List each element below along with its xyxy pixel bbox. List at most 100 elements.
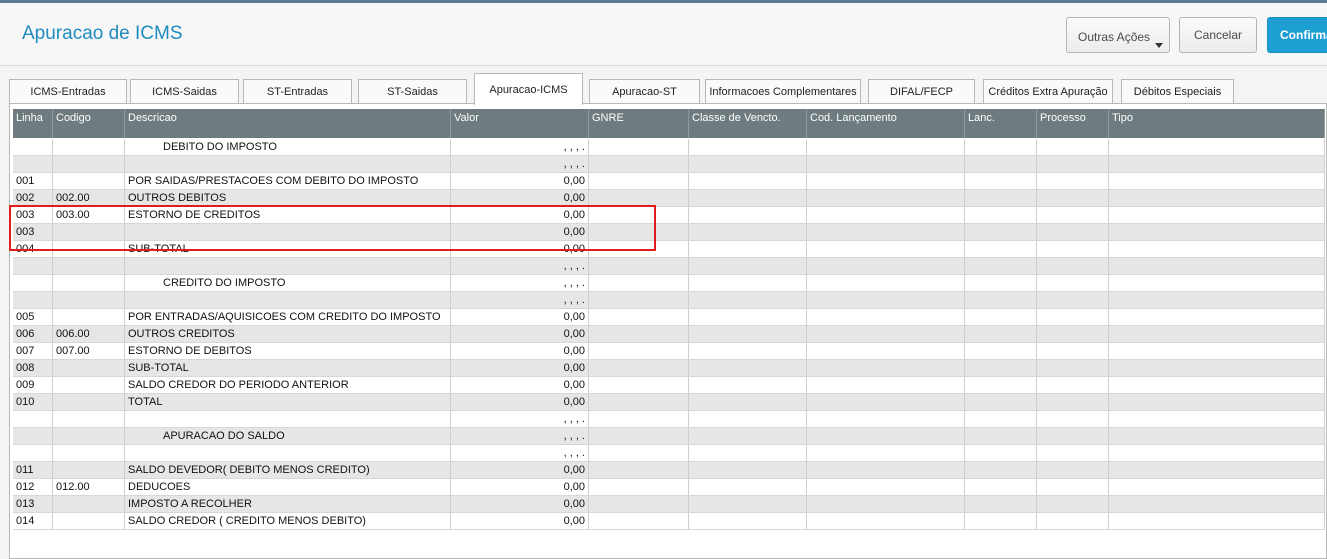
table-row[interactable]: 011 SALDO DEVEDOR( DEBITO MENOS CREDITO) 0…: [13, 462, 1325, 479]
cell-descricao: OUTROS CREDITOS: [125, 326, 451, 343]
table-row[interactable]: 014 SALDO CREDOR ( CREDITO MENOS DEBITO) 0…: [13, 513, 1325, 530]
cell-empty: [1109, 445, 1325, 462]
cell-codigo: [53, 496, 125, 513]
table-row[interactable]: 005 POR ENTRADAS/AQUISICOES COM CREDITO D…: [13, 309, 1325, 326]
cell-empty: [1109, 207, 1325, 224]
column-header-classe-de-vencto-[interactable]: Classe de Vencto.: [689, 109, 807, 138]
cell-empty: [807, 190, 965, 207]
column-header-processo[interactable]: Processo: [1037, 109, 1109, 138]
table-row[interactable]: , , , .: [13, 156, 1325, 173]
column-header-lanc-[interactable]: Lanc.: [965, 109, 1037, 138]
table-row[interactable]: 007 007.00 ESTORNO DE DEBITOS 0,00: [13, 343, 1325, 360]
column-header-gnre[interactable]: GNRE: [589, 109, 689, 138]
tab-st-entradas[interactable]: ST-Entradas: [243, 79, 352, 104]
column-header-cod-lan-amento[interactable]: Cod. Lançamento: [807, 109, 965, 138]
table-row[interactable]: 012 012.00 DEDUCOES 0,00: [13, 479, 1325, 496]
table-row[interactable]: , , , .: [13, 411, 1325, 428]
cell-descricao: IMPOSTO A RECOLHER: [125, 496, 451, 513]
table-row[interactable]: 013 IMPOSTO A RECOLHER 0,00: [13, 496, 1325, 513]
page-header: Apuracao de ICMS Outras Ações Cancelar C…: [0, 3, 1327, 66]
cell-empty: [689, 207, 807, 224]
cell-empty: [1109, 241, 1325, 258]
cell-empty: [1109, 394, 1325, 411]
cell-codigo: [53, 394, 125, 411]
cell-valor: 0,00: [451, 173, 589, 190]
tab-apuracao-st[interactable]: Apuracao-ST: [589, 79, 700, 104]
cell-valor: 0,00: [451, 309, 589, 326]
tab-bar: ICMS-Entradas ICMS-Saidas ST-Entradas ST-Sa…: [0, 66, 1327, 105]
cell-empty: [689, 462, 807, 479]
table-row[interactable]: 006 006.00 OUTROS CREDITOS 0,00: [13, 326, 1325, 343]
cell-empty: [689, 360, 807, 377]
cell-empty: [1037, 190, 1109, 207]
table-row[interactable]: APURACAO DO SALDO, , , .: [13, 428, 1325, 445]
table-row[interactable]: 001 POR SAIDAS/PRESTACOES COM DEBITO DO I…: [13, 173, 1325, 190]
cell-empty: [807, 428, 965, 445]
cell-empty: [965, 292, 1037, 309]
tab-informacoes-complementares[interactable]: Informacoes Complementares: [705, 79, 861, 104]
cell-descricao: [125, 156, 451, 173]
cell-empty: [965, 241, 1037, 258]
table-row[interactable]: 008 SUB-TOTAL 0,00: [13, 360, 1325, 377]
cell-valor: 0,00: [451, 377, 589, 394]
cell-empty: [689, 445, 807, 462]
table-row[interactable]: , , , .: [13, 258, 1325, 275]
table-row[interactable]: 010 TOTAL 0,00: [13, 394, 1325, 411]
column-header-valor[interactable]: Valor: [451, 109, 589, 138]
column-header-tipo[interactable]: Tipo: [1109, 109, 1325, 138]
column-header-linha[interactable]: Linha: [13, 109, 53, 138]
cell-empty: [807, 445, 965, 462]
tab-difal-fecp[interactable]: DIFAL/FECP: [868, 79, 975, 104]
cell-empty: [589, 377, 689, 394]
chevron-down-icon: [1155, 43, 1163, 48]
cell-empty: [1037, 258, 1109, 275]
cell-empty: [689, 513, 807, 530]
cell-empty: [1037, 292, 1109, 309]
column-header-codigo[interactable]: Codigo: [53, 109, 125, 138]
cell-empty: [589, 292, 689, 309]
cell-descricao: CREDITO DO IMPOSTO: [125, 275, 451, 292]
cell-empty: [1109, 496, 1325, 513]
tab-st-saidas[interactable]: ST-Saidas: [358, 79, 467, 104]
cell-linha: 010: [13, 394, 53, 411]
tab-d-bitos-especiais[interactable]: Débitos Especiais: [1121, 79, 1234, 104]
cancel-button[interactable]: Cancelar: [1179, 17, 1257, 53]
tab-icms-saidas[interactable]: ICMS-Saidas: [130, 79, 239, 104]
cell-empty: [1109, 173, 1325, 190]
cell-linha: 006: [13, 326, 53, 343]
cell-empty: [1109, 292, 1325, 309]
cell-codigo: [53, 139, 125, 156]
confirm-button[interactable]: Confirmar: [1267, 17, 1327, 53]
cell-empty: [965, 462, 1037, 479]
tab-apuracao-icms[interactable]: Apuracao-ICMS: [474, 73, 583, 105]
cell-empty: [1037, 479, 1109, 496]
cell-empty: [1037, 360, 1109, 377]
cell-empty: [689, 326, 807, 343]
cell-codigo: [53, 258, 125, 275]
cell-empty: [689, 377, 807, 394]
cell-codigo: [53, 309, 125, 326]
cell-codigo: [53, 462, 125, 479]
cell-empty: [1109, 275, 1325, 292]
table-row[interactable]: CREDITO DO IMPOSTO, , , .: [13, 275, 1325, 292]
cell-codigo: [53, 377, 125, 394]
table-row[interactable]: , , , .: [13, 292, 1325, 309]
cell-descricao: APURACAO DO SALDO: [125, 428, 451, 445]
cell-empty: [1037, 326, 1109, 343]
cell-linha: 009: [13, 377, 53, 394]
table-row[interactable]: DEBITO DO IMPOSTO, , , .: [13, 139, 1325, 156]
cell-empty: [1037, 496, 1109, 513]
cell-descricao: [125, 258, 451, 275]
cell-empty: [1037, 377, 1109, 394]
tab-cr-ditos-extra-apura-o[interactable]: Créditos Extra Apuração: [983, 79, 1113, 104]
cell-empty: [965, 275, 1037, 292]
cell-empty: [1109, 428, 1325, 445]
tab-icms-entradas[interactable]: ICMS-Entradas: [9, 79, 127, 104]
outras-acoes-button[interactable]: Outras Ações: [1066, 17, 1170, 53]
cell-empty: [1037, 394, 1109, 411]
table-row[interactable]: , , , .: [13, 445, 1325, 462]
cell-valor: 0,00: [451, 343, 589, 360]
table-row[interactable]: 009 SALDO CREDOR DO PERIODO ANTERIOR 0,00: [13, 377, 1325, 394]
column-header-descricao[interactable]: Descricao: [125, 109, 451, 138]
cell-empty: [1109, 139, 1325, 156]
